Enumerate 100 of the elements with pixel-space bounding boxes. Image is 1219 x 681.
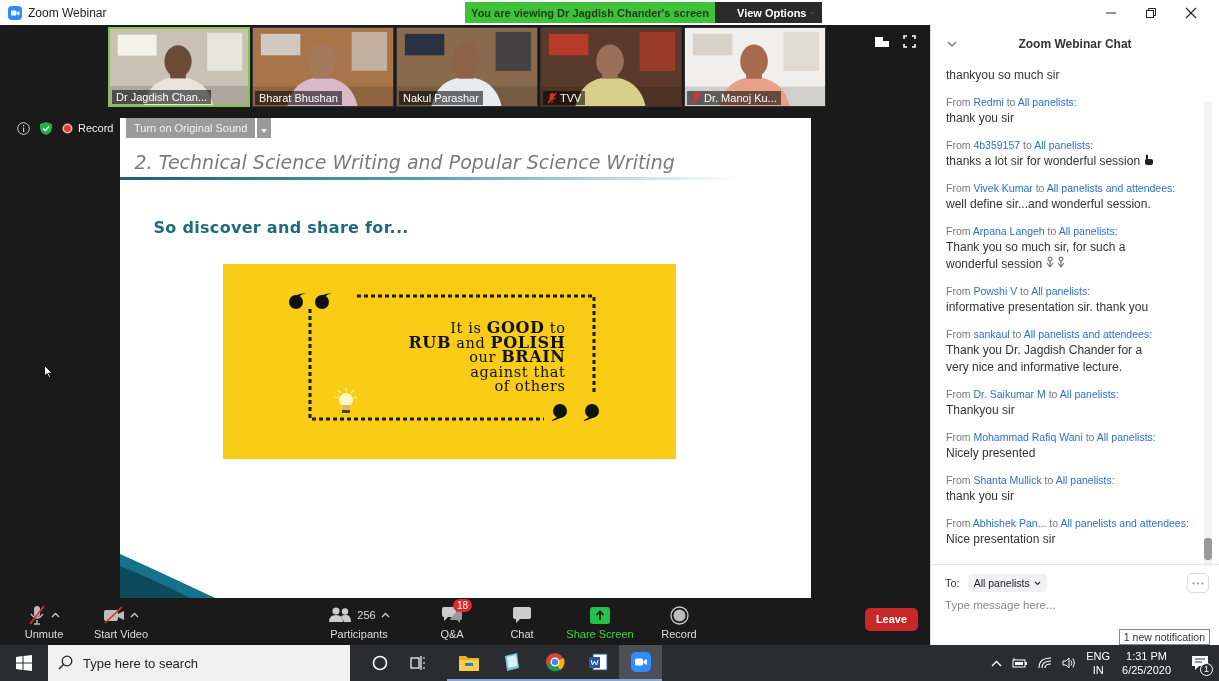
message-header: From Redmi to All panelists: [946,95,1078,110]
toolbar-button[interactable]: Chat [495,598,549,640]
video-tile[interactable]: Bharat Bhushan [252,27,394,107]
participant-name: Dr Jagdish Chan... [116,91,208,103]
caret-icon[interactable] [130,612,139,618]
message-text: Thank you Dr. Jagdish Chander for a very nice and informative lecture. [946,342,1144,376]
participants-icon [328,607,353,623]
browser-icon [544,652,565,672]
video-off-icon [103,606,125,624]
fullscreen-icon[interactable] [903,35,916,48]
quote-line: of others [494,379,566,394]
message-header: From Abhishek Pan... to All panelists and attendees: [946,516,1190,531]
chat-title: Zoom Webinar Chat [1018,37,1132,51]
chevron-down-icon[interactable] [947,41,957,47]
toolbar-button[interactable]: Start Video [80,598,162,640]
message-header: From Dr. Saikumar M to All panelists: [946,387,1120,402]
message-header: From Shanta Mullick to All panelists: [946,473,1116,488]
maximize-icon[interactable] [1145,6,1157,19]
recording-dot-icon [62,122,73,134]
message-text: Nicely presented [946,445,1037,462]
message-text: Thank you so much sir, for such a wonderful session [946,239,1127,273]
triangle-down-icon [261,128,268,133]
chat-icon [512,606,532,624]
video-tile[interactable]: Nakul Parashar [396,27,538,107]
quote-line: It is GOOD to [450,321,566,336]
message-header: From Powshi V to All panelists: [946,284,1092,299]
pointing-hand-icon [1143,154,1155,165]
clock-time[interactable]: 1:31 PM [1126,649,1167,663]
participant-name: Bharat Bhushan [259,92,338,104]
toolbar-button[interactable]: Unmute [8,598,80,640]
video-tile[interactable]: Dr. Manoj Ku... [684,27,826,107]
toolbar-button[interactable]: 256 Participants [309,598,409,640]
battery-icon[interactable] [1012,658,1029,668]
message-header: From sankaul to All panelists and attendees: [946,327,1154,342]
message-header: From Mohammad Rafiq Wani to All panelists: [946,430,1157,445]
chevron-up-icon[interactable] [991,659,1003,667]
toolbar-button[interactable]: Share Screen [549,598,651,640]
message-text: well define sir...and wonderful session. [946,196,1152,213]
taskbar-app[interactable] [619,645,662,681]
notification-badge: 18 [453,599,473,612]
shield-icon[interactable] [40,121,52,135]
info-icon[interactable] [17,121,30,135]
volume-icon[interactable] [1062,657,1077,669]
toolbar-button[interactable]: 18 Q&A [409,598,495,640]
search-field[interactable]: Type here to search [48,645,350,681]
view-options-button[interactable]: View Options [715,2,822,23]
wifi-icon[interactable] [1038,657,1053,669]
recording-label: Record [78,122,114,134]
message-header: From 4b359157 to All panelists: [946,138,1095,153]
participant-name: TVV [560,92,582,104]
video-camera-icon [630,652,651,672]
leave-button[interactable]: Leave [865,607,918,631]
quote-line: against that [469,364,566,379]
message-text: thanks a lot sir for wonderful session [946,153,1158,170]
message-header: From Arpana Langeh to All panelists: [946,224,1119,239]
window-title: Zoom Webinar [28,5,107,20]
speaker-view-icon[interactable] [875,35,889,48]
message-text: informative presentation sir. thank you [946,299,1150,316]
participant-name: Nakul Parashar [403,92,479,104]
folder-icon [458,653,479,671]
search-icon [58,655,73,670]
message-header: From Vivek Kumar to All panelists and attendees: [946,181,1177,196]
caret-icon[interactable] [51,612,60,618]
record-icon [669,605,689,625]
message-text: thank you sir [946,488,1016,505]
zoom-logo-icon [8,5,22,20]
sharing-banner: You are viewing Dr Jagdish Chander's screen [465,2,715,23]
toolbar-button[interactable]: Record [651,598,707,640]
quote-line: RUB and POLISH [408,335,566,350]
message-text: Thankyou sir [946,402,1016,419]
message-text: thankyou so much sir [946,67,1061,84]
sound-dropdown-button[interactable] [257,118,272,138]
share-screen-icon [590,606,610,624]
muted-mic-icon [28,605,46,625]
close-icon[interactable] [1185,6,1197,19]
participant-count: 256 [357,609,376,621]
notification-count: 1 [1200,663,1213,676]
message-text: thank you sir [946,110,1016,127]
recipient-dropdown[interactable]: All panelists [967,574,1047,592]
document-icon [587,652,608,672]
mouse-cursor-icon [44,365,53,378]
clock-date[interactable]: 6/25/2020 [1122,663,1171,677]
light-bulb-icon [332,388,359,414]
region-label[interactable]: IN [1092,663,1104,677]
cortana-icon[interactable] [372,655,388,671]
slide-title: 2. Technical Science Writing and Popular Science Writing [134,151,675,173]
task-view-icon[interactable] [410,655,426,671]
message-text: Nice presentation sir [946,531,1057,548]
quote-line: our BRAIN [469,350,566,365]
language-label[interactable]: ENG [1086,649,1111,663]
to-label: To: [945,577,960,589]
caret-icon[interactable] [380,612,390,618]
video-tile[interactable]: TVV [540,27,682,107]
participant-name: Dr. Manoj Ku... [704,92,777,104]
more-icon [1192,581,1204,585]
slide-subtitle: So discover and share for... [152,217,410,237]
chevron-down-icon [1033,580,1041,586]
windows-icon [16,655,32,671]
video-tile[interactable]: Dr Jagdish Chan... [108,27,250,107]
scrollbar-thumb[interactable] [1204,538,1212,560]
